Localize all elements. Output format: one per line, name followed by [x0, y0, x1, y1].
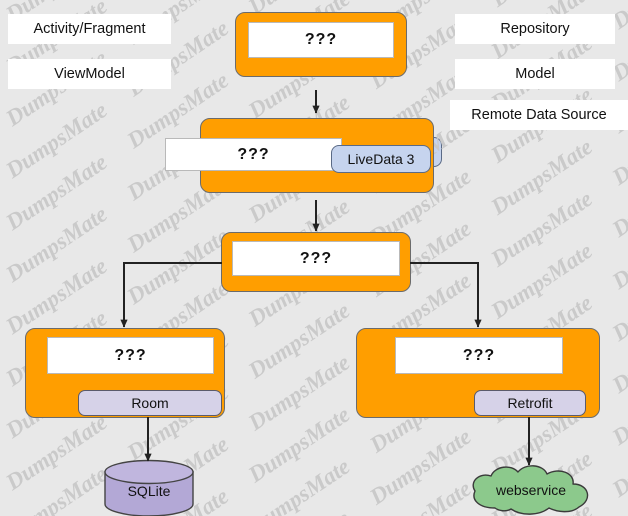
watermark-text: DumpsMate — [486, 237, 597, 324]
sqlite-label: SQLite — [127, 483, 171, 499]
watermark-row: DumpsMateDumpsMateDumpsMateDumpsMateDump… — [0, 0, 628, 6]
label-text: Model — [515, 66, 555, 82]
livedata-card-label: LiveData 3 — [347, 151, 415, 167]
label-remote-data-source: Remote Data Source — [450, 100, 628, 130]
sub-box-retrofit[interactable]: Retrofit — [474, 390, 586, 416]
label-model: Model — [455, 59, 615, 89]
watermark-text: DumpsMate — [607, 208, 628, 294]
watermark-text: DumpsMate — [365, 476, 476, 516]
node-middle-value[interactable]: ??? — [232, 241, 400, 276]
watermark-text: DumpsMate — [365, 423, 476, 510]
watermark-text: DumpsMate — [1, 461, 112, 516]
watermark-text: DumpsMate — [243, 401, 355, 488]
watermark-text: DumpsMate — [122, 223, 233, 310]
watermark-text: DumpsMate — [607, 156, 628, 242]
watermark-text: DumpsMate — [1, 253, 112, 339]
node-bottom-right-value[interactable]: ??? — [395, 337, 563, 374]
watermark-text: DumpsMate — [1, 409, 112, 495]
label-viewmodel: ViewModel — [8, 59, 171, 89]
watermark-text: DumpsMate — [243, 297, 355, 384]
connector-middle-to-bottom-right — [410, 262, 482, 328]
sub-box-label: Retrofit — [507, 395, 553, 411]
watermark-text: DumpsMate — [243, 453, 355, 516]
label-activity-fragment: Activity/Fragment — [8, 14, 171, 44]
watermark-text: DumpsMate — [607, 260, 628, 346]
watermark-text: DumpsMate — [486, 133, 597, 220]
node-bottom-left-value[interactable]: ??? — [47, 337, 214, 374]
watermark-text: DumpsMate — [607, 364, 628, 450]
sub-box-room[interactable]: Room — [78, 390, 222, 416]
watermark-text: DumpsMate — [607, 416, 628, 502]
node-livedata-value[interactable]: ??? — [165, 138, 342, 171]
watermark-text: DumpsMate — [1, 201, 112, 287]
watermark-text: DumpsMate — [1, 149, 112, 235]
watermark-text: DumpsMate — [244, 506, 355, 516]
label-text: Activity/Fragment — [33, 21, 146, 37]
node-top-value[interactable]: ??? — [248, 22, 394, 58]
watermark-text: DumpsMate — [607, 312, 628, 398]
diagram-canvas: DumpsMate DumpsMateDumpsMate DumpsMateDump… — [0, 0, 628, 516]
watermark-text: DumpsMate — [486, 0, 597, 13]
label-repository: Repository — [455, 14, 615, 44]
watermark-text: DumpsMate — [486, 185, 597, 272]
label-text: Repository — [500, 21, 570, 37]
watermark-text: DumpsMate — [243, 349, 355, 436]
webservice-label: webservice — [495, 482, 567, 498]
livedata-card-3[interactable]: LiveData 3 — [331, 145, 431, 173]
sub-box-label: Room — [131, 395, 169, 411]
connector-middle-to-bottom-left — [120, 262, 222, 328]
label-text: ViewModel — [54, 66, 125, 82]
label-text: Remote Data Source — [471, 107, 607, 123]
watermark-text: DumpsMate — [1, 97, 112, 183]
